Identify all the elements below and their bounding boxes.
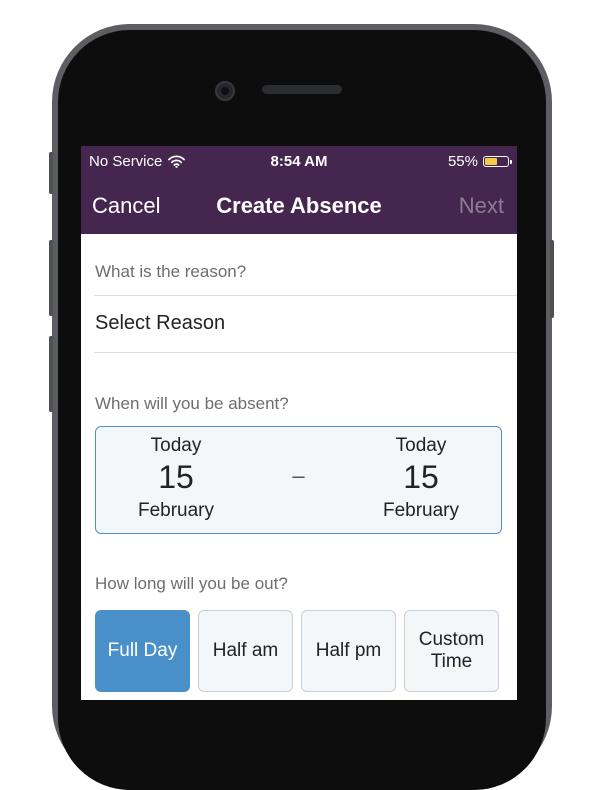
battery-fill <box>485 158 497 165</box>
volume-up-button <box>49 240 53 316</box>
half-am-button[interactable]: Half am <box>198 610 293 692</box>
reason-bottom-divider <box>94 352 517 353</box>
battery-tip <box>510 160 512 164</box>
date-range-picker: Today 15 February – Today 15 February <box>95 426 502 534</box>
front-camera-icon <box>215 81 235 101</box>
battery-icon <box>483 156 512 167</box>
power-button <box>550 240 554 318</box>
dates-section-label: When will you be absent? <box>95 394 289 413</box>
full-day-button[interactable]: Full Day <box>95 610 190 692</box>
half-pm-button[interactable]: Half pm <box>301 610 396 692</box>
custom-time-label: Custom Time <box>418 629 485 672</box>
earpiece-speaker <box>262 85 342 94</box>
navigation-bar: Cancel Create Absence Next <box>81 176 517 234</box>
phone-screen: No Service 8:54 AM 55% Cancel Create Abs… <box>81 146 517 700</box>
next-button[interactable]: Next <box>459 193 504 219</box>
end-date-month: February <box>382 500 460 521</box>
reason-section-label: What is the reason? <box>95 262 247 281</box>
silent-switch <box>49 152 53 194</box>
custom-time-button[interactable]: Custom Time <box>404 610 499 692</box>
end-date-picker[interactable]: Today 15 February <box>346 435 496 522</box>
cancel-button[interactable]: Cancel <box>92 193 160 219</box>
end-date-day-label: Today <box>395 435 447 456</box>
duration-section-label: How long will you be out? <box>95 574 288 593</box>
end-date-number: 15 <box>403 459 439 495</box>
start-date-month: February <box>137 500 215 521</box>
status-bar: No Service 8:54 AM 55% <box>81 146 517 176</box>
full-day-label: Full Day <box>107 640 178 661</box>
half-am-label: Half am <box>212 640 279 661</box>
battery-percent: 55% <box>447 153 478 170</box>
half-pm-label: Half pm <box>315 640 382 661</box>
select-reason-row[interactable]: Select Reason <box>81 296 517 352</box>
volume-down-button <box>49 336 53 412</box>
start-date-day-label: Today <box>150 435 202 456</box>
status-right: 55% <box>447 153 512 170</box>
select-reason-value: Select Reason <box>95 312 226 334</box>
